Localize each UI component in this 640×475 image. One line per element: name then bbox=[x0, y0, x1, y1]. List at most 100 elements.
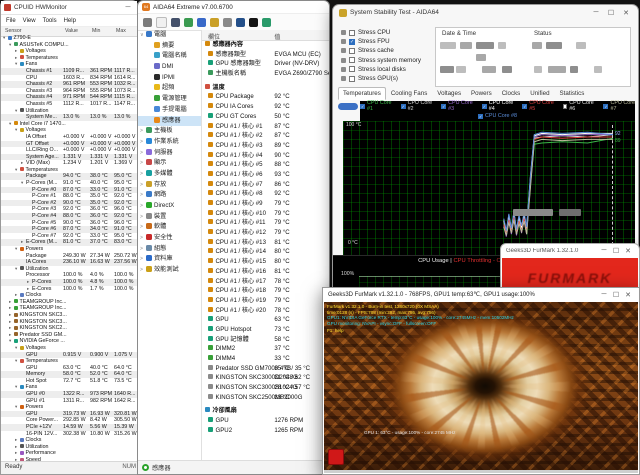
sensor-section-header[interactable]: 溫度 bbox=[202, 83, 329, 93]
hwm-sensor-row[interactable]: Chassis #2961 RPM553 RPM1032 R... bbox=[1, 81, 137, 88]
maximize-icon[interactable]: ☐ bbox=[610, 291, 622, 299]
hwm-sensor-row[interactable]: ▾Fans bbox=[1, 384, 137, 391]
sensor-row[interactable]: GPU 記憶體58 °C bbox=[202, 335, 329, 345]
folder-icon[interactable] bbox=[210, 18, 219, 27]
column-max[interactable]: Max bbox=[116, 28, 126, 34]
tree-item-效能測試[interactable]: >效能測試 bbox=[138, 265, 201, 276]
sensor-row[interactable]: CPU #1 / 核心 #693 °C bbox=[202, 170, 329, 180]
tree-item-安全性[interactable]: >安全性 bbox=[138, 233, 201, 244]
checkbox[interactable] bbox=[349, 66, 355, 72]
hwm-sensor-row[interactable]: ▸Voltages bbox=[1, 48, 137, 55]
tree-item-裝置[interactable]: >裝置 bbox=[138, 212, 201, 223]
tree-item-作業系統[interactable]: >作業系統 bbox=[138, 137, 201, 148]
tree-item-感應器[interactable]: 感應器 bbox=[138, 116, 201, 127]
tree-item-DirectX[interactable]: >DirectX bbox=[138, 201, 201, 212]
tree-item-多媒體[interactable]: >多媒體 bbox=[138, 169, 201, 180]
hwm-sensor-row[interactable]: GPU63.0 °C40.0 °C64.0 °C bbox=[1, 365, 137, 372]
refresh-icon[interactable] bbox=[143, 18, 152, 27]
tree-item-網路[interactable]: >網路 bbox=[138, 190, 201, 201]
sensor-row[interactable]: Predator SSD GM7000 4TB35 °C / 35 °C bbox=[202, 364, 329, 374]
sensor-row[interactable]: KINGSTON SKC2500MB2000G33 °C bbox=[202, 393, 329, 403]
sensor-row[interactable]: CPU #1 / 核心 #786 °C bbox=[202, 180, 329, 190]
sensor-row[interactable]: GPU Hotspot73 °C bbox=[202, 325, 329, 335]
sensor-row[interactable]: CPU #1 / 核心 #1979 °C bbox=[202, 296, 329, 306]
tab-unified[interactable]: Unified bbox=[525, 87, 554, 100]
hwm-sensor-row[interactable]: GPU #01322 R...973 RPM1640 R... bbox=[1, 391, 137, 398]
hwm-sensor-row[interactable]: GPU #11311 R...982 RPM1642 R... bbox=[1, 398, 137, 405]
minimize-icon[interactable]: ─ bbox=[598, 247, 610, 254]
close-icon[interactable]: ✕ bbox=[622, 291, 634, 299]
legend-cpu-core-8[interactable]: ✓CPU Core #8 bbox=[478, 113, 517, 119]
video-icon[interactable] bbox=[197, 18, 206, 27]
hwm-sensor-row[interactable]: ▸KINGSTON SKC2... bbox=[1, 325, 137, 332]
hwm-sensor-row[interactable]: ▸Temperatures bbox=[1, 55, 137, 62]
tree-item-超頻[interactable]: 超頻 bbox=[138, 83, 201, 94]
checkbox[interactable] bbox=[349, 30, 355, 36]
hwm-sensor-row[interactable]: ▾Powers bbox=[1, 404, 137, 411]
bios-icon[interactable] bbox=[249, 18, 258, 27]
sensor-row[interactable]: KINGSTON SKC3000S1024G28 °C / 57 °C bbox=[202, 383, 329, 393]
maximize-icon[interactable]: ☐ bbox=[610, 247, 622, 255]
column-sensor[interactable]: Sensor bbox=[5, 28, 21, 34]
tree-item-組態[interactable]: >組態 bbox=[138, 244, 201, 255]
hwm-sensor-row[interactable]: System Me...13.0 %13.0 %13.0 % bbox=[1, 114, 137, 121]
sensor-row[interactable]: CPU #1 / 核心 #1381 °C bbox=[202, 238, 329, 248]
hwm-sensor-row[interactable]: Memory58.0 °C52.0 °C64.0 °C bbox=[1, 371, 137, 378]
hwm-sensor-row[interactable]: Package249.30 W27.34 W250.72 W bbox=[1, 253, 137, 260]
hwm-sensor-row[interactable]: ▸Performance bbox=[1, 450, 137, 457]
hwm-sensor-row[interactable]: PCIe +12V14.59 W5.56 W15.39 W bbox=[1, 424, 137, 431]
sensor-row[interactable]: CPU #1 / 核心 #1778 °C bbox=[202, 277, 329, 287]
checkbox[interactable] bbox=[563, 104, 567, 109]
sensor-row[interactable]: CPU #1 / 核心 #979 °C bbox=[202, 199, 329, 209]
sensor-row[interactable]: 感應器類型EVGA MCU (EC) bbox=[202, 50, 329, 60]
tree-item-DMI[interactable]: DMI bbox=[138, 62, 201, 73]
sensor-row[interactable]: CPU #1 / 核心 #1580 °C bbox=[202, 257, 329, 267]
sensor-row[interactable]: CPU #1 / 核心 #1179 °C bbox=[202, 218, 329, 228]
sensor-row[interactable]: GPU1276 RPM bbox=[202, 416, 329, 426]
tree-item-電腦[interactable]: ∨電腦 bbox=[138, 30, 201, 41]
hwm-sensor-row[interactable]: ▸VID (Max)1.234 V1.201 V1.369 V bbox=[1, 160, 137, 167]
checkbox[interactable]: ✓ bbox=[478, 114, 483, 119]
minimize-icon[interactable]: ─ bbox=[122, 4, 134, 11]
sensor-row[interactable]: DIMM433 °C bbox=[202, 354, 329, 364]
tab-clocks[interactable]: Clocks bbox=[497, 87, 526, 100]
sensor-row[interactable]: CPU #1 / 核心 #187 °C bbox=[202, 122, 329, 132]
sensor-row[interactable]: DIMM237 °C bbox=[202, 344, 329, 354]
sensor-row[interactable]: CPU #1 / 核心 #2078 °C bbox=[202, 306, 329, 316]
checkbox[interactable] bbox=[349, 48, 355, 54]
hwm-sensor-row[interactable]: P-Core #392.0 °C36.0 °C96.0 °C bbox=[1, 206, 137, 213]
tree-item-軟體[interactable]: >軟體 bbox=[138, 222, 201, 233]
sensor-row[interactable]: CPU IA Cores92 °C bbox=[202, 102, 329, 112]
tree-item-伺服器[interactable]: >伺服器 bbox=[138, 148, 201, 159]
hwm-sensor-row[interactable]: GT Offset+0.000 V+0.000 V+0.000 V bbox=[1, 141, 137, 148]
hwm-sensor-row[interactable]: ▸TEAMGROUP Inc... bbox=[1, 299, 137, 306]
hwm-sensor-row[interactable]: ▸Predator SSD GM... bbox=[1, 332, 137, 339]
tools-icon[interactable] bbox=[223, 18, 232, 27]
sensor-row[interactable]: CPU #1 / 核心 #588 °C bbox=[202, 160, 329, 170]
column-min[interactable]: Min bbox=[92, 28, 100, 34]
sensor-row[interactable]: CPU #1 / 核心 #1079 °C bbox=[202, 209, 329, 219]
tab-temperatures[interactable]: Temperatures bbox=[338, 87, 386, 100]
hwm-sensor-row[interactable]: P-Core #188.0 °C35.0 °C92.0 °C bbox=[1, 193, 137, 200]
hwm-sensor-row[interactable]: Chassis #11109 R...361 RPM1117 R... bbox=[1, 68, 137, 75]
hwm-sensor-row[interactable]: ▾Voltages bbox=[1, 127, 137, 134]
tree-item-顯示[interactable]: >顯示 bbox=[138, 158, 201, 169]
hwm-sensor-row[interactable]: P-Core #488.0 °C36.0 °C92.0 °C bbox=[1, 213, 137, 220]
hwm-sensor-row[interactable]: ▾Intel Core i7 1470... bbox=[1, 121, 137, 128]
sensor-row[interactable]: CPU Package92 °C bbox=[202, 92, 329, 102]
hwm-sensor-row[interactable]: P-Core #290.0 °C35.0 °C92.0 °C bbox=[1, 200, 137, 207]
close-icon[interactable]: ✕ bbox=[620, 9, 632, 17]
tree-item-資料庫[interactable]: >資料庫 bbox=[138, 254, 201, 265]
sensor-section-header[interactable]: 感應器內容 bbox=[202, 40, 329, 50]
tab-powers[interactable]: Powers bbox=[466, 87, 497, 100]
hwm-sensor-row[interactable]: ▸TEAMGROUP Inc... bbox=[1, 305, 137, 312]
hwm-sensor-row[interactable]: ▾Temperatures bbox=[1, 358, 137, 365]
hwm-sensor-row[interactable]: ▸KINGSTON SKC3... bbox=[1, 319, 137, 326]
hwm-sensor-row[interactable]: Package94.0 °C38.0 °C95.0 °C bbox=[1, 173, 137, 180]
tree-item-存放[interactable]: >存放 bbox=[138, 180, 201, 191]
checkbox[interactable] bbox=[349, 76, 355, 82]
legend-cpu-core-2[interactable]: ✓CPU Core #2 bbox=[401, 100, 433, 112]
hwm-sensor-row[interactable]: P-Core #792.0 °C33.0 °C95.0 °C bbox=[1, 233, 137, 240]
hwm-sensor-row[interactable]: P-Core #590.0 °C36.0 °C96.0 °C bbox=[1, 220, 137, 227]
minimize-icon[interactable]: ─ bbox=[598, 291, 610, 298]
